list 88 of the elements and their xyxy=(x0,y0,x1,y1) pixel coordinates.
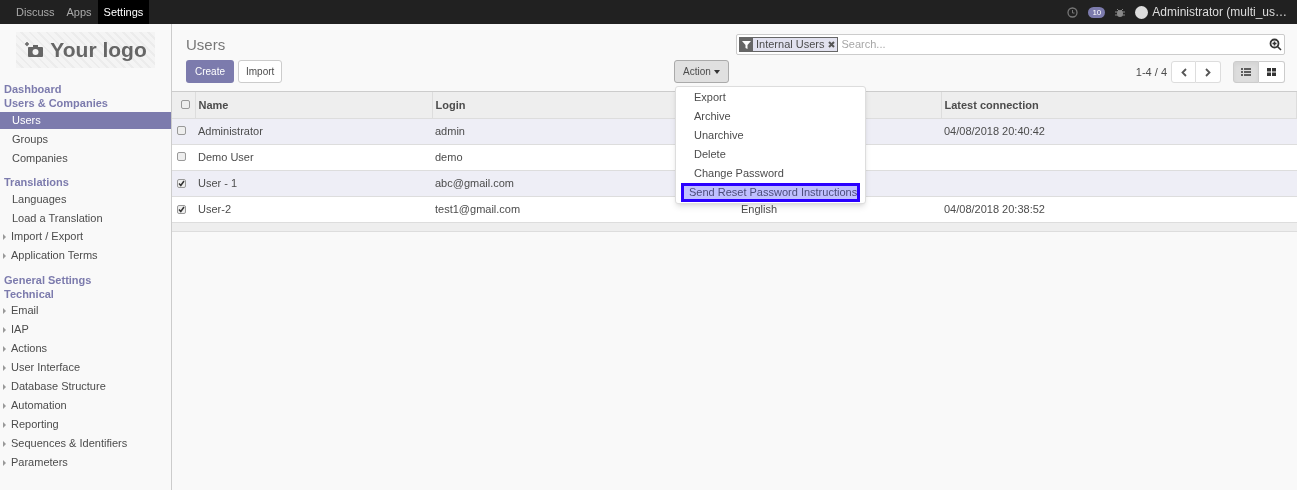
column-header[interactable]: Login xyxy=(435,98,466,111)
table-cell: abc@gmail.com xyxy=(435,176,515,189)
next-button[interactable] xyxy=(1196,61,1221,83)
bug-icon[interactable] xyxy=(1115,6,1126,18)
sidebar-item[interactable]: Application Terms xyxy=(11,247,98,264)
section-header[interactable]: Technical xyxy=(0,287,171,301)
menu-item[interactable]: Discuss xyxy=(10,0,61,24)
search-field[interactable]: Internal Users Search... xyxy=(736,34,1285,55)
sidebar-item[interactable]: Companies xyxy=(0,150,171,167)
table-cell: 04/08/2018 20:38:52 xyxy=(944,202,1045,215)
previous-button[interactable] xyxy=(1171,61,1196,83)
sidebar-item[interactable]: Sequences & Identifiers xyxy=(11,435,128,452)
caret-icon xyxy=(3,421,6,428)
table-cell: English xyxy=(741,202,778,215)
chevron-right-icon xyxy=(1205,67,1211,77)
list-view-button[interactable] xyxy=(1233,61,1259,83)
menu-item[interactable]: Apps xyxy=(60,0,98,24)
table-cell: User-2 xyxy=(198,202,231,215)
section-header[interactable]: Users & Companies xyxy=(0,96,171,110)
kanban-view-button[interactable] xyxy=(1259,61,1285,83)
menu-item[interactable]: Delete xyxy=(676,145,865,164)
table-cell: 04/08/2018 20:40:42 xyxy=(944,124,1045,137)
table-cell: Demo User xyxy=(198,150,254,163)
caret-icon xyxy=(713,69,720,74)
column-header[interactable]: Latest connection xyxy=(944,98,1039,111)
import-button[interactable]: Import xyxy=(238,60,283,83)
caret-icon xyxy=(3,402,6,409)
caret-icon xyxy=(3,440,6,447)
caret-icon xyxy=(3,364,6,371)
checkbox[interactable] xyxy=(177,125,186,135)
page-title: Users xyxy=(186,35,227,54)
menu-item[interactable]: Archive xyxy=(676,107,865,126)
logo-text: Your logo xyxy=(50,37,147,64)
checkbox[interactable] xyxy=(177,204,186,214)
sidebar-item[interactable]: Languages xyxy=(0,191,171,208)
sidebar-item[interactable]: User Interface xyxy=(11,359,81,376)
menu-item[interactable]: Export xyxy=(676,88,865,107)
list-icon xyxy=(1241,68,1251,76)
caret-icon xyxy=(3,326,6,333)
caret-icon xyxy=(3,252,6,259)
sidebar-item[interactable]: Users xyxy=(0,112,171,129)
avatar[interactable] xyxy=(1135,5,1149,19)
column-header[interactable]: Name xyxy=(198,98,229,111)
remove-icon[interactable] xyxy=(827,38,838,51)
pager-value[interactable]: 1-4 / 4 xyxy=(1135,63,1167,81)
sidebar-item[interactable]: Reporting xyxy=(11,416,59,433)
menu-item[interactable]: Settings xyxy=(97,0,150,24)
sidebar-item[interactable]: IAP xyxy=(11,321,29,338)
messages-badge[interactable]: 10 xyxy=(1088,6,1106,18)
table-cell: Administrator xyxy=(198,124,263,137)
table-cell: User - 1 xyxy=(198,176,238,189)
checkbox[interactable] xyxy=(177,178,186,188)
grid-icon xyxy=(1267,68,1276,76)
filter-icon xyxy=(740,38,753,51)
caret-icon xyxy=(3,345,6,352)
search-input[interactable]: Search... xyxy=(841,36,1266,53)
sidebar-item[interactable]: Groups xyxy=(0,131,171,148)
sidebar-item[interactable]: Database Structure xyxy=(11,378,106,395)
sidebar-item[interactable]: Parameters xyxy=(11,454,68,471)
caret-icon xyxy=(3,459,6,466)
create-button[interactable]: Create xyxy=(186,60,234,83)
menu-item[interactable]: Send Reset Password Instructions xyxy=(681,183,860,202)
checkbox[interactable] xyxy=(181,99,191,109)
table-cell: test1@gmail.com xyxy=(435,202,521,215)
checkbox[interactable] xyxy=(177,151,186,161)
facet-label: Internal Users xyxy=(753,38,828,51)
search-icon[interactable] xyxy=(1269,38,1282,51)
chevron-left-icon xyxy=(1180,67,1187,77)
user-menu[interactable]: Administrator (multi_us… xyxy=(1152,3,1287,21)
sidebar-item[interactable]: Email xyxy=(11,302,39,319)
caret-icon xyxy=(3,233,6,240)
sidebar-item[interactable]: Import / Export xyxy=(11,228,84,245)
clock-icon[interactable] xyxy=(1067,6,1079,18)
action-button[interactable]: Action xyxy=(674,60,729,83)
sidebar-item[interactable]: Automation xyxy=(11,397,67,414)
caret-icon xyxy=(3,383,6,390)
filter-facet[interactable]: Internal Users xyxy=(739,37,839,52)
sidebar-item[interactable]: Load a Translation xyxy=(0,210,171,227)
caret-icon xyxy=(3,307,6,314)
table-cell: admin xyxy=(435,124,465,137)
section-header[interactable]: General Settings xyxy=(0,273,171,287)
sidebar-item[interactable]: Actions xyxy=(11,340,48,357)
menu-item[interactable]: Unarchive xyxy=(676,126,865,145)
camera-icon xyxy=(24,42,45,58)
menu-item[interactable]: Change Password xyxy=(676,164,865,183)
section-header[interactable]: Translations xyxy=(0,175,171,189)
section-header[interactable]: Dashboard xyxy=(0,82,171,96)
table-cell: demo xyxy=(435,150,463,163)
